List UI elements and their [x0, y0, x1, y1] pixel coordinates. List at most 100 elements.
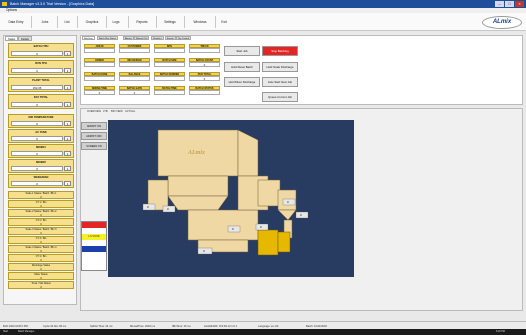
start-job-button[interactable]: Start Job	[224, 46, 260, 56]
batch-number-value	[154, 76, 185, 81]
mixing-time-value[interactable]: 0	[84, 90, 115, 95]
day-total-card: DAY TOTAL 0 1	[8, 94, 74, 109]
ac-tank-button[interactable]: 1	[64, 136, 71, 141]
batch-time-value	[154, 90, 185, 95]
batch-tph-button[interactable]: 1	[64, 51, 71, 56]
windows-button[interactable]: Windows	[188, 17, 212, 27]
taskbar-app-button[interactable]: Batch Manager...	[18, 330, 36, 334]
menu-options[interactable]: Options	[6, 8, 17, 12]
status-value: 0	[40, 286, 42, 289]
ac-tank-value: 0	[11, 136, 63, 141]
mixing-time-field: MIXING TIME 0	[84, 86, 115, 96]
plant-total-button[interactable]: 1	[64, 85, 71, 90]
tab-events[interactable]: Events	[165, 36, 176, 40]
ac-tank-card: AC TANK 0 1	[8, 129, 74, 143]
data-entry-button[interactable]: Data Entry	[4, 17, 28, 27]
tab-status[interactable]: Status	[5, 36, 19, 41]
screen-on-button[interactable]: SCREEN ON	[81, 142, 107, 150]
plant-illustration: 0 0 0 0 0 0 0 ALmix	[108, 120, 354, 277]
mix-temp-label: MIX TEMPERATURE	[28, 116, 54, 119]
hold-mixer-discharge-button[interactable]: Hold Mixer Discharge	[224, 77, 260, 87]
exit-button[interactable]: Exit	[219, 17, 229, 27]
tab-alarms[interactable]: Alarms	[123, 36, 134, 40]
ac-tank-label: AC TANK	[35, 131, 47, 134]
truck-field: TRUCK	[189, 44, 220, 54]
batch-count-value: 0	[189, 62, 220, 67]
weighman-button[interactable]: 1	[64, 181, 71, 186]
day-total-button[interactable]: 1	[64, 102, 71, 107]
batch-count-field: BATCH COUNT 0	[189, 58, 220, 68]
plant-total-label: PLANT TOTAL	[32, 79, 50, 82]
mixer2-label: MIXER2	[36, 161, 46, 164]
customer-input[interactable]	[119, 48, 150, 53]
mix-temp-value: 0	[11, 121, 63, 126]
hold-reset-batch-button[interactable]: Hold Reset Batch	[224, 62, 260, 72]
run-tph-button[interactable]: 1	[64, 68, 71, 73]
truck-input[interactable]	[189, 48, 220, 53]
hold-scale-discharge-button[interactable]: Hold Scale Discharge	[262, 62, 298, 72]
graphics-panel: OVERVIEW LTB BIN VIEW ACTUAL ADMIXT ON A…	[80, 108, 523, 311]
tab-batch-run-status[interactable]: Batch Run Status	[97, 36, 119, 40]
minimize-button[interactable]: –	[495, 1, 504, 7]
admixt-off-button[interactable]: ADMIXT OFF	[81, 132, 107, 140]
os-taskbar: Start Batch Manager... 6:20 PM	[0, 329, 526, 335]
toolbar-divider	[128, 16, 129, 28]
batch-size-input[interactable]	[154, 62, 185, 67]
tab-dry-control[interactable]: Dry Control	[176, 36, 192, 40]
job-id-input[interactable]	[84, 48, 115, 53]
toolbar-divider	[106, 16, 107, 28]
mixer2-button[interactable]: 1	[64, 166, 71, 171]
toolbar: Data Entry Jobs List Graphics Logs Repor…	[0, 13, 526, 31]
list-button[interactable]: List	[60, 17, 74, 27]
status-card: CT 2 / Bin 0	[8, 218, 74, 226]
order-input[interactable]	[84, 62, 115, 67]
reports-button[interactable]: Reports	[132, 17, 152, 27]
tab-actual[interactable]: ACTUAL	[123, 109, 137, 115]
start-button[interactable]: Start	[3, 330, 8, 334]
status-item: MLoadTime: 2049 ms	[130, 325, 155, 328]
jobs-button[interactable]: Jobs	[36, 17, 54, 27]
tab-statistics[interactable]: Statistics	[151, 36, 164, 40]
status-card: CT 3 / Bin 0	[8, 236, 74, 244]
mix-temp-button[interactable]: 1	[64, 121, 71, 126]
graphics-button[interactable]: Graphics	[82, 17, 102, 27]
site-input[interactable]	[154, 48, 185, 53]
stop-batching-button[interactable]: Stop Batching	[262, 46, 298, 56]
run-tph-label: RUN TPH	[35, 62, 47, 65]
logs-button[interactable]: Logs	[109, 17, 123, 27]
batch-gate-value[interactable]: 0	[119, 90, 150, 95]
admixt-on-button[interactable]: ADMIXT ON	[81, 122, 107, 130]
queue-current-job-button[interactable]: Queue Current Job	[262, 92, 298, 102]
batch-done-value	[84, 76, 115, 81]
status-card: Mixer Status 0	[8, 272, 74, 280]
close-button[interactable]: ×	[515, 1, 524, 7]
mixer1-button[interactable]: 1	[64, 151, 71, 156]
batch-done-field: BATCH DONE	[84, 72, 115, 82]
day-total-value: 0	[11, 102, 63, 107]
run-tph-value: 0	[11, 68, 63, 73]
balance-value	[119, 76, 150, 81]
mixer1-label: MIXER1	[36, 146, 46, 149]
tab-manual-ctrl[interactable]: Manual Ctrl	[134, 36, 150, 40]
auto-start-next-job-button[interactable]: Auto Start Next Job	[262, 77, 298, 87]
status-card: Scale 2 Status / Batch / Bin 2 0	[8, 209, 74, 217]
mix-design-input[interactable]	[119, 62, 150, 67]
tab-details[interactable]: Details	[18, 36, 32, 41]
settings-button[interactable]: Settings	[160, 17, 180, 27]
plant-total-card: PLANT TOTAL 152.35 1	[8, 77, 74, 92]
tab-batching[interactable]: Batching	[82, 36, 95, 40]
plant-graphic: 0 0 0 0 0 0 0 ALmix	[108, 120, 354, 277]
batch-tph-value: 0	[11, 51, 63, 56]
machine-logo: ALmix	[187, 150, 205, 156]
maximize-button[interactable]: □	[505, 1, 514, 7]
run-tph-card: RUN TPH 0 1	[8, 60, 74, 75]
status-item: Batch: 10/11/2018	[306, 325, 327, 328]
status-item: Language: en-US	[258, 325, 279, 328]
job-panel: Batching Batch Run Status Alarms Manual …	[80, 35, 523, 105]
batch-status-field: BATCH STATUS	[189, 86, 220, 96]
job-id-field: JOB ID	[84, 44, 115, 54]
site-field: SITE	[154, 44, 185, 54]
batch-size-field: BATCH SIZE	[154, 58, 185, 68]
toolbar-divider	[156, 16, 157, 28]
title-bar: Batch Manager v3.3.0 Trial Version - [Gr…	[0, 0, 526, 8]
